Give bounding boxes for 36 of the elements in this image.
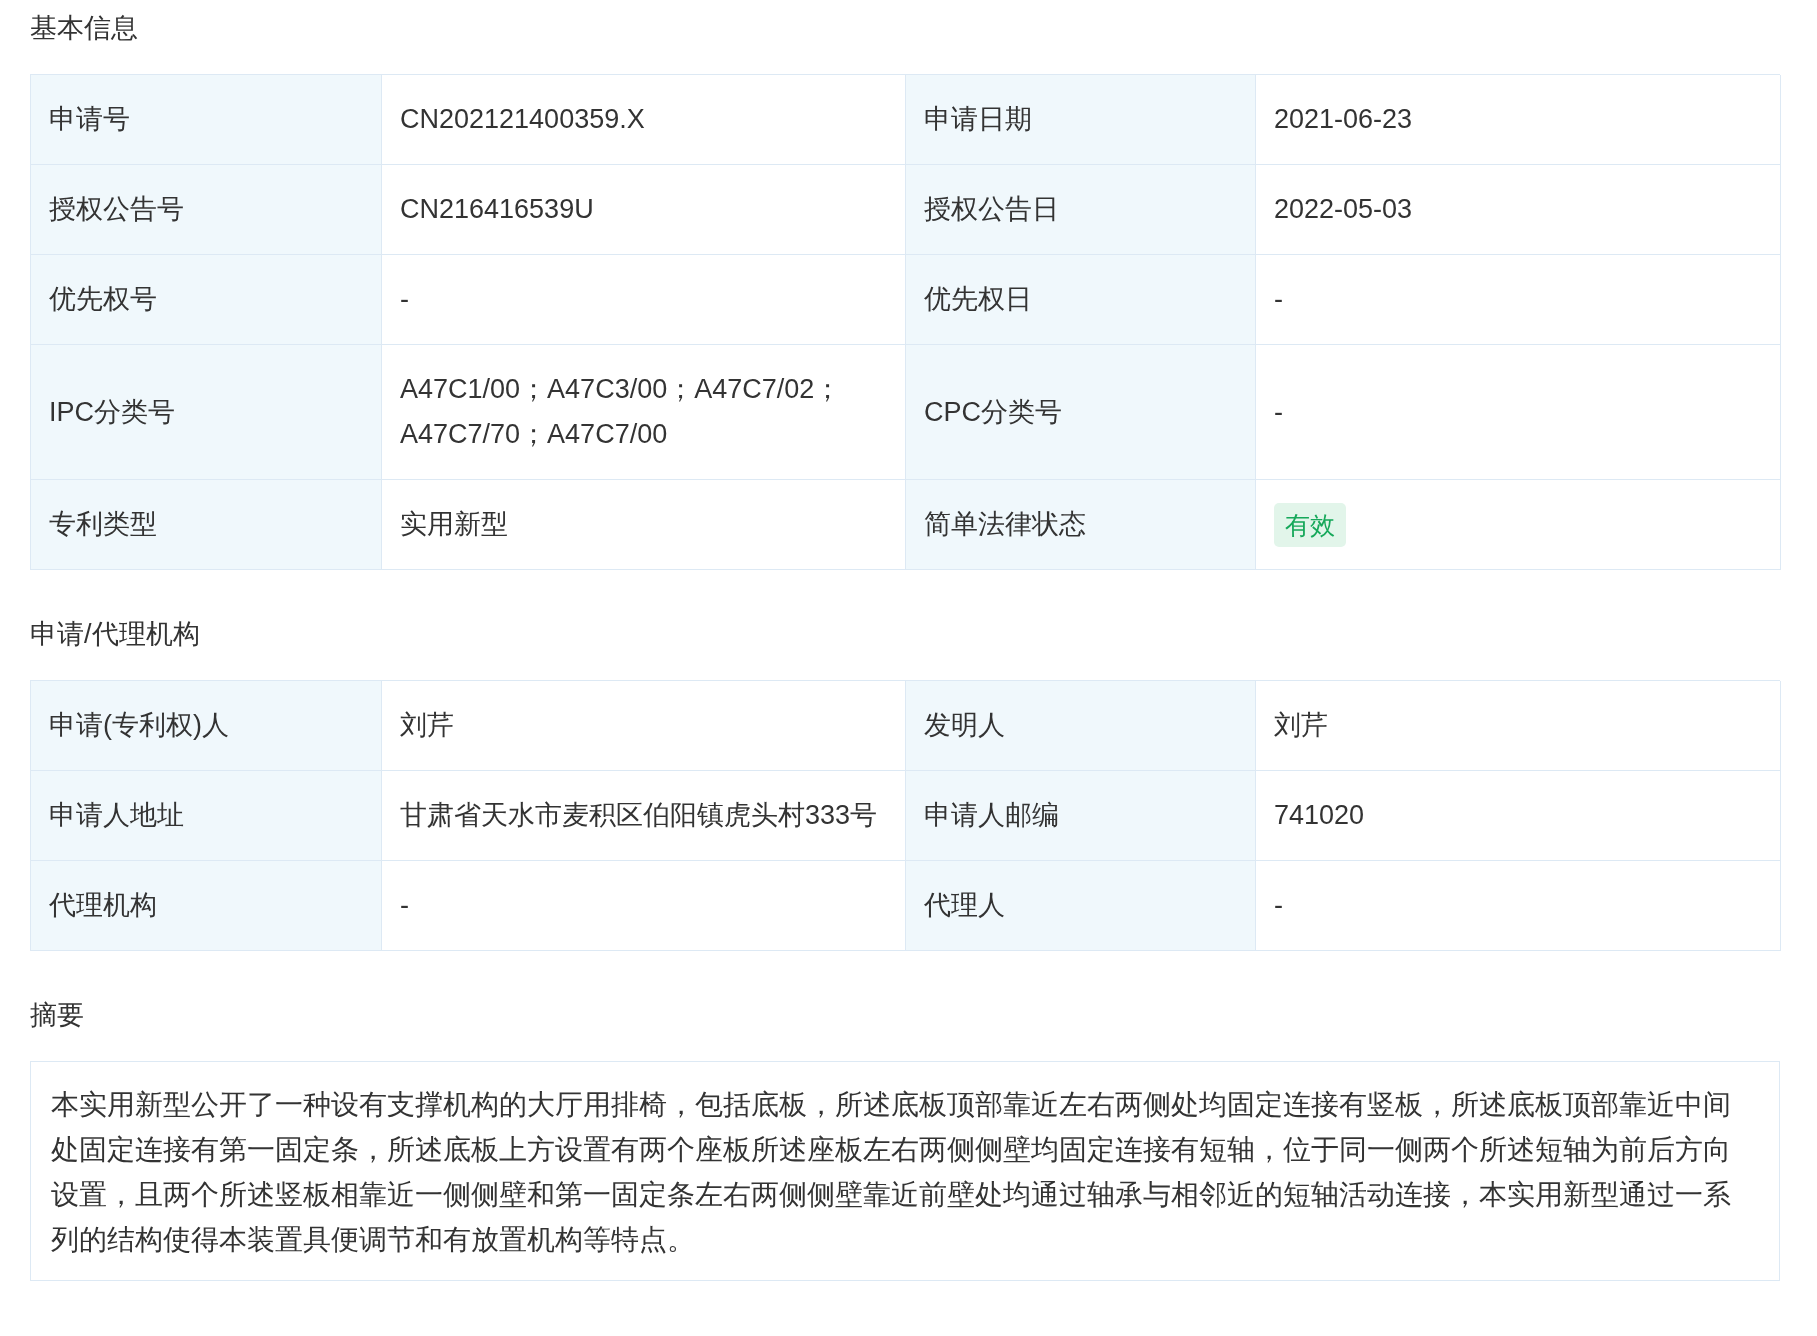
field-value: - bbox=[1274, 395, 1283, 429]
field-label: 申请号 bbox=[49, 103, 130, 136]
field-value: 741020 bbox=[1274, 799, 1365, 832]
field-value: 实用新型 bbox=[400, 508, 508, 541]
field-value: 甘肃省天水市麦积区伯阳镇虎头村333号 bbox=[400, 799, 878, 832]
field-value: 2022-05-03 bbox=[1274, 193, 1413, 226]
field-value: 刘芹 bbox=[1274, 709, 1328, 742]
field-label: CPC分类号 bbox=[924, 395, 1062, 429]
field-value: 2021-06-23 bbox=[1274, 103, 1413, 136]
field-value: CN202121400359.X bbox=[400, 103, 645, 136]
field-label: 发明人 bbox=[924, 709, 1005, 742]
abstract-text: 本实用新型公开了一种设有支撑机构的大厅用排椅，包括底板，所述底板顶部靠近左右两侧处均固定连接有竖板，所述底板顶部靠近中间处固定连接有第一固定条，所述底板上方设置有两个座板所述座板左右两侧侧壁均固定连接有短轴，位于同一侧两个所述短轴为前后方向设置，且两个所述竖板相靠近一侧侧壁和第一固定条左右两侧侧壁靠近前壁处均通过轴承与相邻近的短轴活动连接，本实用新型通过一系列的结构使得本装置具便调节和有放置机构等特点。 bbox=[51, 1088, 1732, 1257]
section-heading: 基本信息 bbox=[30, 12, 138, 45]
status-badge: 有效 bbox=[1274, 502, 1346, 547]
field-label: 优先权号 bbox=[49, 283, 157, 316]
field-label: 专利类型 bbox=[49, 508, 157, 541]
field-value: - bbox=[400, 283, 409, 316]
field-label: 申请日期 bbox=[924, 103, 1032, 136]
field-value: - bbox=[400, 889, 409, 922]
field-label: 授权公告日 bbox=[924, 193, 1059, 226]
field-label: 代理人 bbox=[924, 889, 1005, 922]
field-value: - bbox=[1274, 889, 1283, 922]
field-label: 代理机构 bbox=[49, 889, 157, 922]
field-label: 申请人邮编 bbox=[924, 799, 1059, 832]
field-value: A47C1/00；A47C3/00；A47C7/02；A47C7/70；A47C7/00 bbox=[400, 373, 843, 451]
field-label: 简单法律状态 bbox=[924, 508, 1086, 541]
section-heading: 摘要 bbox=[30, 999, 84, 1032]
field-value: CN216416539U bbox=[400, 193, 594, 226]
field-label: IPC分类号 bbox=[49, 395, 175, 429]
field-label: 申请(专利权)人 bbox=[49, 709, 229, 742]
field-label: 申请人地址 bbox=[49, 799, 184, 832]
field-label: 优先权日 bbox=[924, 283, 1032, 316]
field-value: - bbox=[1274, 283, 1283, 316]
field-value: 刘芹 bbox=[400, 709, 454, 742]
field-label: 授权公告号 bbox=[49, 193, 184, 226]
section-heading: 申请/代理机构 bbox=[30, 618, 200, 651]
